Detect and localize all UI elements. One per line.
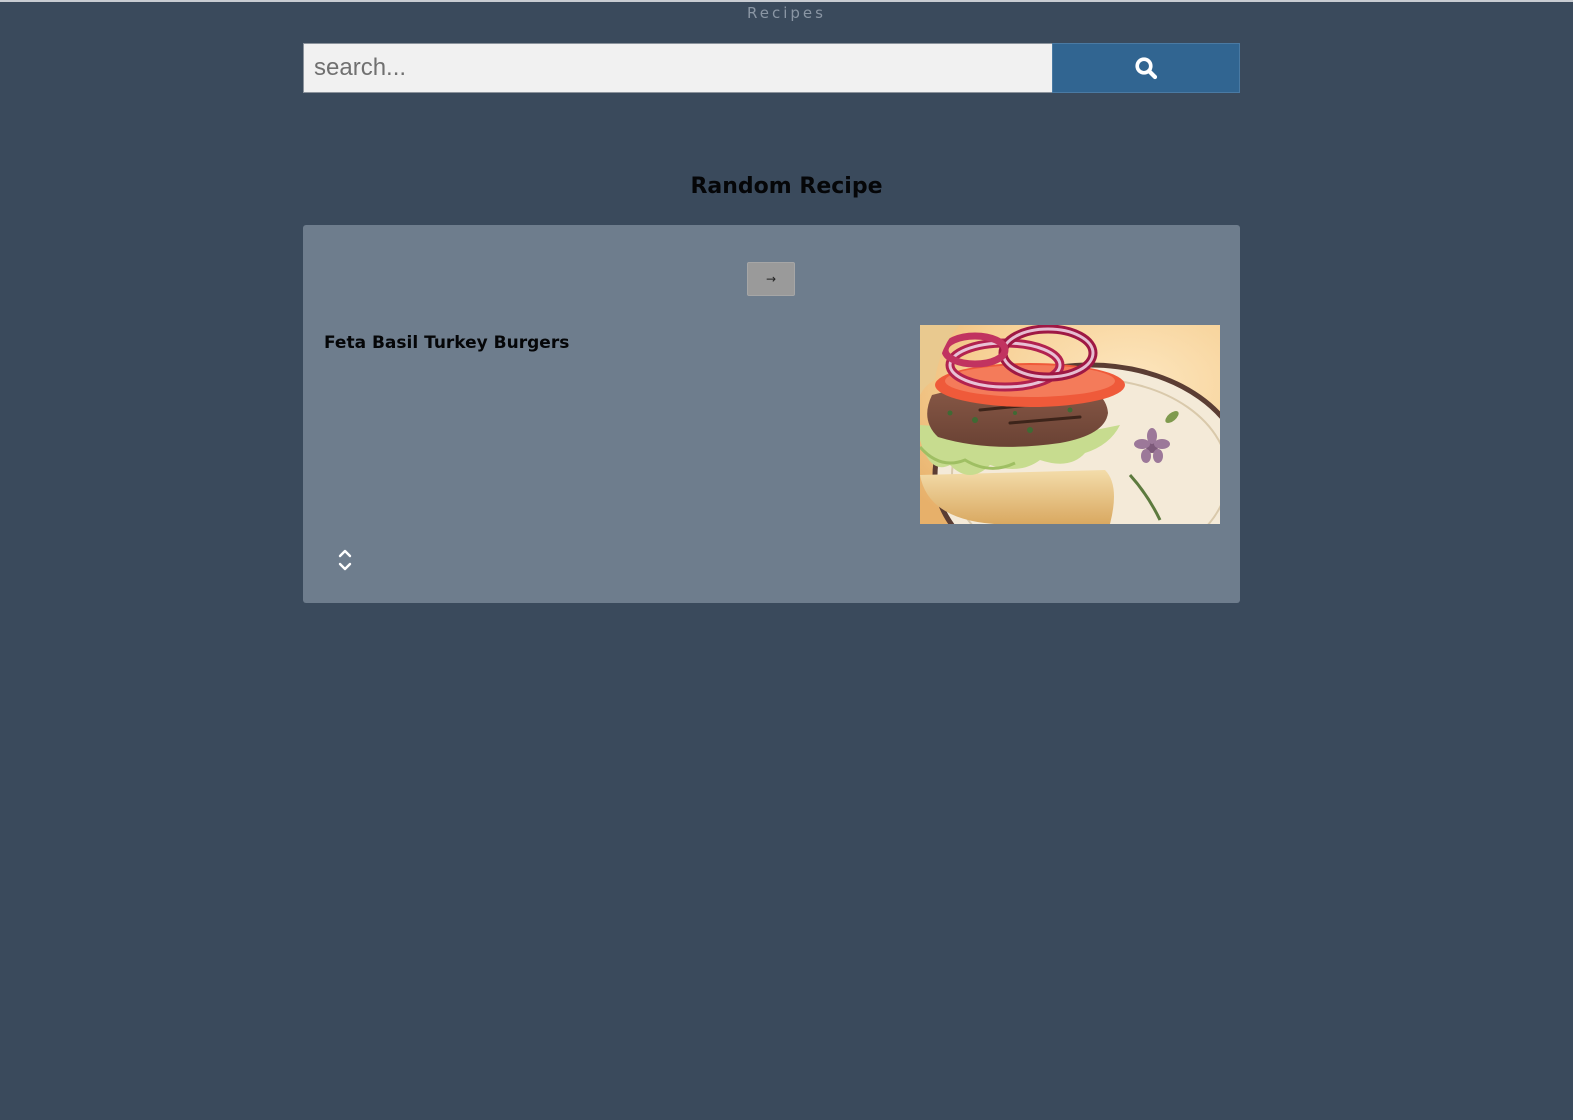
expand-collapse-icon — [338, 549, 352, 571]
recipe-title: Feta Basil Turkey Burgers — [324, 333, 570, 353]
search-button[interactable] — [1052, 43, 1240, 93]
section-heading: Random Recipe — [690, 174, 883, 199]
next-recipe-button[interactable]: → — [747, 262, 795, 296]
search-icon — [1135, 57, 1158, 80]
app-title: Recipes — [747, 4, 826, 22]
search-bar — [303, 43, 1240, 93]
top-border — [0, 0, 1573, 2]
recipe-image — [920, 325, 1220, 524]
recipe-card: → Feta Basil Turkey Burgers — [303, 225, 1240, 603]
expand-toggle-button[interactable] — [337, 548, 353, 572]
search-input[interactable] — [303, 43, 1052, 93]
